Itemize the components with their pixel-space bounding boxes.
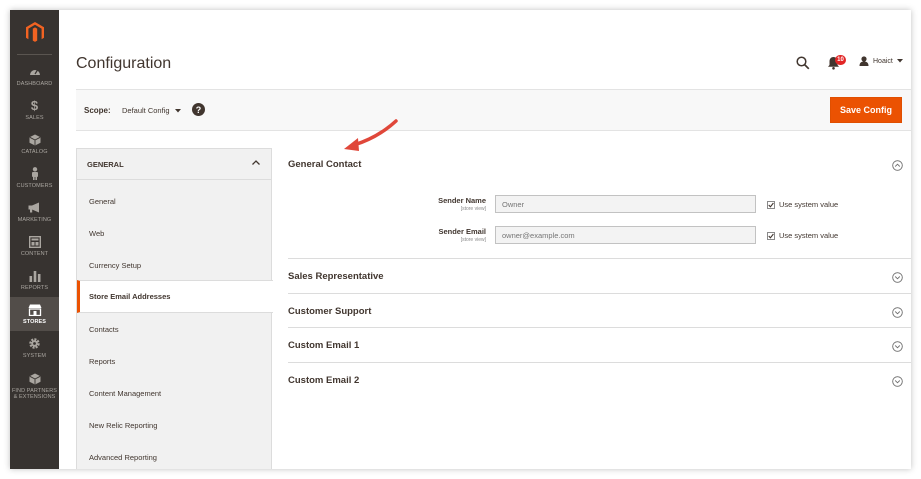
sidebar-item-marketing[interactable]: MARKETING bbox=[10, 195, 59, 229]
bar-chart-icon bbox=[29, 269, 41, 283]
sidebar-item-sales[interactable]: $ SALES bbox=[10, 93, 59, 127]
app-window: DASHBOARD $ SALES CATALOG CUSTOMERS MARK… bbox=[10, 10, 911, 469]
section-customer-support: Customer Support bbox=[288, 294, 911, 328]
sender-email-use-system[interactable]: Use system value bbox=[767, 231, 838, 240]
sidebar-item-reports[interactable]: REPORTS bbox=[10, 263, 59, 297]
expand-icon[interactable] bbox=[892, 272, 903, 283]
layout-icon bbox=[28, 235, 41, 249]
user-menu[interactable]: Hoaict bbox=[859, 56, 903, 66]
collapse-icon[interactable] bbox=[892, 160, 903, 171]
caret-down-icon bbox=[174, 108, 181, 112]
section-title[interactable]: Custom Email 1 bbox=[288, 340, 359, 351]
chevron-up-icon bbox=[252, 160, 260, 165]
sidebar-item-label: DASHBOARD bbox=[16, 80, 53, 87]
sidebar-item-label: STORES bbox=[22, 318, 47, 325]
sender-name-use-system[interactable]: Use system value bbox=[767, 200, 838, 209]
field-label-text: Sender Email bbox=[438, 227, 486, 236]
checkmark-icon bbox=[768, 202, 774, 208]
tab-advanced-reporting[interactable]: Advanced Reporting bbox=[77, 441, 271, 469]
checkmark-icon bbox=[768, 233, 774, 239]
scope-switcher[interactable]: Default Config bbox=[122, 106, 181, 115]
tab-reports[interactable]: Reports bbox=[77, 345, 271, 377]
tab-general[interactable]: General bbox=[77, 185, 271, 217]
sidebar-item-label: CATALOG bbox=[21, 148, 48, 155]
checkbox[interactable] bbox=[767, 200, 775, 209]
sidebar-item-catalog[interactable]: CATALOG bbox=[10, 127, 59, 161]
section-custom-email-1: Custom Email 1 bbox=[288, 328, 911, 363]
sidebar-item-content[interactable]: CONTENT bbox=[10, 229, 59, 263]
scope-bar: Scope: Default Config ? Save Config bbox=[76, 89, 911, 131]
checkbox[interactable] bbox=[767, 231, 775, 240]
admin-sidebar: DASHBOARD $ SALES CATALOG CUSTOMERS MARK… bbox=[10, 10, 59, 469]
sender-email-label: Sender Email [store view] bbox=[366, 227, 486, 243]
tab-contacts[interactable]: Contacts bbox=[77, 313, 271, 345]
user-icon bbox=[859, 56, 869, 66]
scope-value: Default Config bbox=[122, 106, 170, 115]
sidebar-item-label: CUSTOMERS bbox=[16, 182, 53, 189]
scope-label: Scope: bbox=[84, 106, 111, 115]
dollar-icon: $ bbox=[30, 98, 39, 114]
store-icon bbox=[28, 303, 42, 317]
magento-logo-icon bbox=[25, 21, 44, 42]
field-scope: [store view] bbox=[460, 237, 486, 243]
checkbox-label: Use system value bbox=[779, 200, 839, 209]
section-title[interactable]: Custom Email 2 bbox=[288, 375, 359, 386]
config-tabs: GENERAL General Web Currency Setup Store… bbox=[76, 148, 273, 469]
sidebar-item-dashboard[interactable]: DASHBOARD bbox=[10, 59, 59, 93]
tab-group-general[interactable]: GENERAL bbox=[77, 149, 271, 180]
gear-icon bbox=[28, 337, 41, 351]
caret-down-icon bbox=[896, 59, 903, 63]
section-title[interactable]: Sales Representative bbox=[288, 271, 384, 282]
sidebar-item-label: SALES bbox=[25, 114, 44, 121]
sender-name-input[interactable] bbox=[495, 195, 756, 213]
expand-icon[interactable] bbox=[892, 376, 903, 387]
cube-icon bbox=[29, 133, 41, 147]
dashboard-icon bbox=[29, 65, 41, 79]
page-title: Configuration bbox=[76, 55, 172, 72]
search-icon bbox=[796, 56, 810, 70]
expand-icon[interactable] bbox=[892, 307, 903, 318]
sender-email-input[interactable] bbox=[495, 226, 756, 244]
tab-store-email-addresses[interactable]: Store Email Addresses bbox=[77, 280, 273, 313]
sidebar-item-label: SYSTEM bbox=[22, 352, 47, 359]
tab-content-management[interactable]: Content Management bbox=[77, 377, 271, 409]
section-sales-representative: Sales Representative bbox=[288, 259, 911, 294]
sender-name-label: Sender Name [store view] bbox=[366, 196, 486, 212]
sidebar-item-label: FIND PARTNERS & EXTENSIONS bbox=[11, 387, 58, 401]
sidebar-item-label: REPORTS bbox=[20, 284, 49, 291]
expand-icon[interactable] bbox=[892, 341, 903, 352]
notifications-badge: 10 bbox=[835, 55, 846, 65]
checkbox-label: Use system value bbox=[779, 231, 839, 240]
field-label-text: Sender Name bbox=[438, 196, 486, 205]
section-custom-email-2: Custom Email 2 bbox=[288, 363, 911, 398]
magento-logo[interactable] bbox=[10, 10, 59, 54]
tab-new-relic-reporting[interactable]: New Relic Reporting bbox=[77, 409, 271, 441]
section-title[interactable]: Customer Support bbox=[288, 306, 371, 317]
tab-group-title: GENERAL bbox=[87, 160, 124, 169]
sidebar-item-partners[interactable]: FIND PARTNERS & EXTENSIONS bbox=[10, 366, 59, 406]
sidebar-item-stores[interactable]: STORES bbox=[10, 297, 59, 331]
sidebar-item-system[interactable]: SYSTEM bbox=[10, 331, 59, 365]
tab-currency-setup[interactable]: Currency Setup bbox=[77, 249, 271, 281]
sidebar-item-customers[interactable]: CUSTOMERS bbox=[10, 161, 59, 195]
person-icon bbox=[31, 167, 39, 181]
box-icon bbox=[29, 372, 41, 386]
help-icon[interactable]: ? bbox=[192, 103, 205, 116]
tab-web[interactable]: Web bbox=[77, 217, 271, 249]
save-config-button[interactable]: Save Config bbox=[830, 97, 902, 123]
user-name: Hoaict bbox=[873, 57, 893, 65]
field-scope: [store view] bbox=[460, 206, 486, 212]
sidebar-item-label: MARKETING bbox=[17, 216, 52, 223]
section-title[interactable]: General Contact bbox=[288, 159, 361, 170]
sidebar-item-label: CONTENT bbox=[20, 250, 49, 257]
megaphone-icon bbox=[28, 201, 41, 215]
sidebar-divider bbox=[17, 54, 52, 55]
global-search-button[interactable] bbox=[796, 56, 810, 70]
